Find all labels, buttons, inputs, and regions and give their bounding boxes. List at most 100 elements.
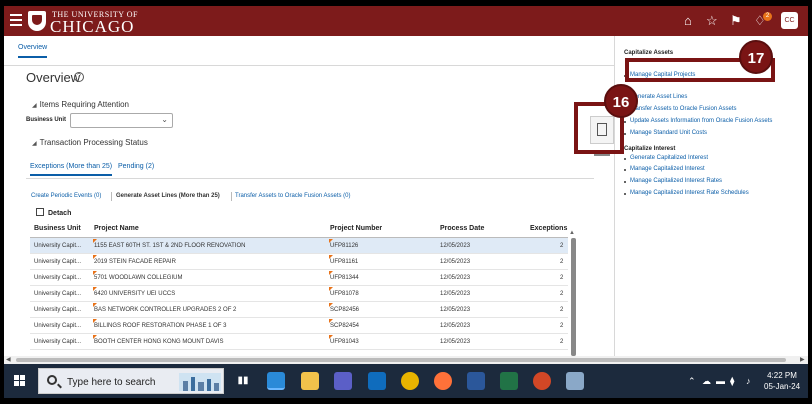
subtab-exceptions[interactable]: Exceptions (More than 25) [30,163,113,176]
subtab-divider [26,178,594,179]
edge-browser-icon[interactable] [267,372,285,390]
cell-exceptions: 2 [560,243,564,249]
network-icon[interactable]: ▬ [716,376,725,386]
scroll-up-arrow-icon[interactable]: ▲ [569,230,575,236]
transaction-processing-header[interactable]: ◢ Transaction Processing Status [32,138,148,147]
table-row[interactable]: University Capit... 2019 STEIN FACADE REP… [30,254,568,270]
business-unit-select[interactable]: ⌄ [70,113,173,128]
warning-flag-icon [329,303,333,307]
cell-project-number: UFP81078 [330,291,359,297]
cell-exceptions: 2 [560,323,564,329]
warning-flag-icon [93,239,97,243]
cell-project-name[interactable]: 6420 UNIVERSITY UEI UCCS [94,291,175,297]
snipping-tool-icon[interactable] [566,372,584,390]
table-row[interactable]: University Capit... 1155 EAST 60TH ST. 1S… [30,238,568,254]
cell-project-name[interactable]: 5701 WOODLAWN COLLEGIUM [94,275,182,281]
items-requiring-attention-header[interactable]: ◢ Items Requiring Attention [32,100,129,109]
cell-process-date: 12/05/2023 [440,275,471,281]
search-icon [47,375,57,385]
tray-chevron-up-icon[interactable]: ⌃ [688,376,696,387]
link-transfer-assets-to-fusion[interactable]: Transfer Assets to Oracle Fusion Assets [630,106,737,112]
tab-strip: Overview [4,36,614,66]
outlook-icon[interactable] [368,372,386,390]
link-generate-asset-lines[interactable]: Generate Asset Lines (More than 25) [116,193,220,199]
link-manage-capitalized-interest-rates[interactable]: Manage Capitalized Interest Rates [630,178,722,184]
warning-flag-icon [329,255,333,259]
task-view-icon[interactable]: ▮▮ [234,372,252,390]
col-project-name[interactable]: Project Name [94,225,139,232]
link-manage-standard-unit-costs[interactable]: Manage Standard Unit Costs [630,130,707,136]
chrome-icon[interactable] [401,372,419,390]
horizontal-scrollbar-thumb[interactable] [16,358,786,362]
cell-project-name[interactable]: BOOTH CENTER HONG KONG MOUNT DAVIS [94,339,223,345]
bullet [624,133,626,135]
collapse-triangle-icon: ◢ [32,103,37,109]
watchlist-flag-icon[interactable]: ⚑ [730,14,742,27]
cell-project-name[interactable]: 2019 STEIN FACADE REPAIR [94,259,176,265]
excel-icon[interactable] [500,372,518,390]
tab-overview[interactable]: Overview [18,44,48,58]
table-row[interactable]: University Capit... BAS NETWORK CONTROLLE… [30,302,568,318]
clock-time: 4:22 PM [767,371,797,380]
col-exceptions[interactable]: Exceptions [530,225,567,232]
cell-exceptions: 2 [560,307,564,313]
cell-project-name[interactable]: BAS NETWORK CONTROLLER UPGRADES 2 OF 2 [94,307,236,313]
bullet [624,181,626,183]
link-generate-capitalized-interest[interactable]: Generate Capitalized Interest [630,155,708,161]
table-row[interactable]: University Capit... 6420 UNIVERSITY UEI U… [30,286,568,302]
help-icon[interactable]: ? [74,72,84,82]
col-project-number[interactable]: Project Number [330,225,382,232]
table-vertical-scrollbar[interactable] [571,238,576,356]
scroll-left-arrow-icon[interactable]: ◀ [6,356,11,363]
firefox-icon[interactable] [434,372,452,390]
table-row[interactable]: University Capit... BILLINGS ROOF RESTORA… [30,318,568,334]
screenshot-frame: THE UNIVERSITY OF CHICAGO ⌂ ☆ ⚑ ♢ 2 CC O… [0,0,812,404]
link-update-assets-information[interactable]: Update Assets Information from Oracle Fu… [630,118,772,124]
cell-business-unit: University Capit... [34,243,82,249]
cell-project-name[interactable]: 1155 EAST 60TH ST. 1ST & 2ND FLOOR RENOV… [94,243,246,249]
cell-exceptions: 2 [560,275,564,281]
windows-start-icon[interactable] [14,375,26,387]
link-manage-capitalized-interest[interactable]: Manage Capitalized Interest [630,166,705,172]
cell-process-date: 12/05/2023 [440,339,471,345]
wifi-icon[interactable]: ⧫ [730,376,734,387]
warning-flag-icon [329,287,333,291]
file-explorer-icon[interactable] [301,372,319,390]
link-create-periodic-events[interactable]: Create Periodic Events (0) [31,193,101,199]
favorites-star-icon[interactable]: ☆ [706,14,718,27]
callout-step-16: 16 [604,84,638,118]
menu-icon[interactable] [10,14,22,26]
home-icon[interactable]: ⌂ [684,14,692,27]
teams-icon[interactable] [334,372,352,390]
link-manage-capitalized-interest-rate-schedules[interactable]: Manage Capitalized Interest Rate Schedul… [630,190,749,196]
transaction-processing-label: Transaction Processing Status [39,138,148,147]
powerpoint-icon[interactable] [533,372,551,390]
taskbar-search-placeholder: Type here to search [67,377,156,388]
col-business-unit[interactable]: Business Unit [34,225,81,232]
table-row[interactable]: University Capit... 5701 WOODLAWN COLLEGI… [30,270,568,286]
scroll-right-arrow-icon[interactable]: ▶ [800,356,805,363]
cell-business-unit: University Capit... [34,339,82,345]
word-icon[interactable] [467,372,485,390]
link-generate-asset-lines[interactable]: Generate Asset Lines [630,94,687,100]
link-transfer-assets[interactable]: Transfer Assets to Oracle Fusion Assets … [235,193,351,199]
col-process-date[interactable]: Process Date [440,225,484,232]
onedrive-cloud-icon[interactable]: ☁ [702,376,711,387]
taskbar-search-box[interactable]: Type here to search [38,368,224,394]
user-avatar[interactable]: CC [781,12,798,29]
cell-process-date: 12/05/2023 [440,307,471,313]
volume-icon[interactable]: ♪ [746,376,751,386]
app-header: THE UNIVERSITY OF CHICAGO ⌂ ☆ ⚑ ♢ 2 CC [4,6,808,36]
callout-step-17: 17 [739,40,773,74]
cell-project-name[interactable]: BILLINGS ROOF RESTORATION PHASE 1 OF 3 [94,323,226,329]
detach-button[interactable]: Detach [36,208,71,217]
cell-project-number: UFP81344 [330,275,359,281]
subtab-pending[interactable]: Pending (2) [118,163,154,170]
capitalize-assets-heading: Capitalize Assets [624,50,674,56]
cell-business-unit: University Capit... [34,307,82,313]
taskbar-clock[interactable]: 4:22 PM 05-Jan-24 [764,370,800,392]
warning-flag-icon [93,303,97,307]
capitalize-interest-heading: Capitalize Interest [624,146,676,152]
table-row[interactable]: University Capit... BOOTH CENTER HONG KON… [30,334,568,350]
cell-process-date: 12/05/2023 [440,323,471,329]
